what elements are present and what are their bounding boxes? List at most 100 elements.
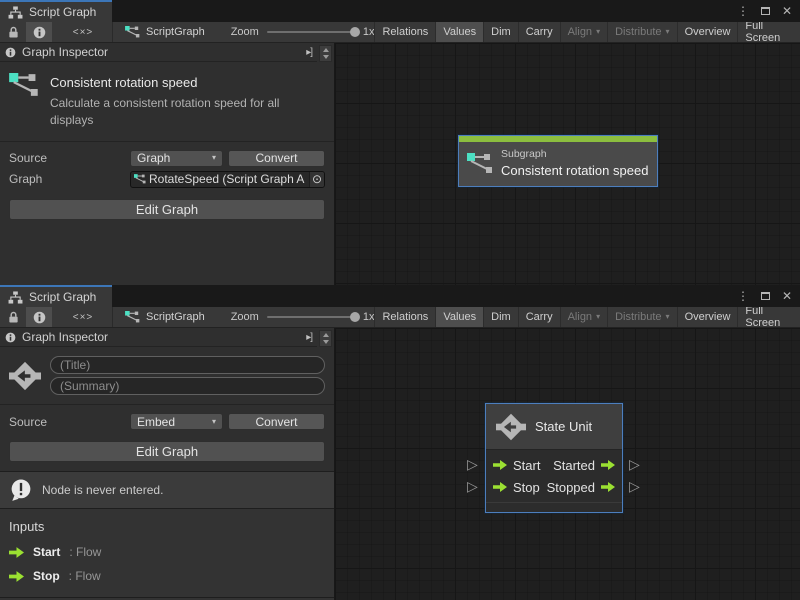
node-title: Consistent rotation speed xyxy=(501,163,648,178)
inspector-scroll-arrows[interactable] xyxy=(319,45,332,62)
zoom-slider[interactable] xyxy=(267,31,355,33)
popout-icon[interactable]: ▸] xyxy=(306,47,312,58)
node-title: State Unit xyxy=(535,419,592,434)
graph-canvas[interactable]: Subgraph Consistent rotation speed xyxy=(335,43,800,285)
graph-inspector-panel: Graph Inspector ▸] xyxy=(0,328,335,600)
graph-row: Graph RotateSpeed (Script Graph A ⊙ xyxy=(0,169,334,190)
dim-button[interactable]: Dim xyxy=(483,307,518,327)
inspector-toggle-button[interactable] xyxy=(26,307,52,327)
lock-button[interactable] xyxy=(0,22,26,42)
relations-button[interactable]: Relations xyxy=(374,307,435,327)
overview-button[interactable]: Overview xyxy=(677,307,738,327)
graph-description: Calculate a consistent rotation speed fo… xyxy=(50,95,312,129)
zoom-slider-handle[interactable] xyxy=(350,27,360,37)
input-port[interactable]: Stop xyxy=(493,480,540,495)
inspector-scroll-arrows[interactable] xyxy=(319,330,332,347)
node-port-row: Stop Stopped xyxy=(493,476,615,498)
scroll-down-icon[interactable] xyxy=(323,340,329,344)
tab-script-graph[interactable]: Script Graph xyxy=(0,0,112,22)
zoom-control: Zoom 1x xyxy=(231,311,375,323)
maximize-icon[interactable] xyxy=(761,7,770,15)
zoom-slider-handle[interactable] xyxy=(350,312,360,322)
tab-title: Script Graph xyxy=(29,5,96,19)
graph-canvas[interactable]: State Unit Start Started xyxy=(335,328,800,600)
popout-icon[interactable]: ▸] xyxy=(306,332,312,343)
node-kind-label: Subgraph xyxy=(501,148,648,160)
graph-object-field[interactable]: RotateSpeed (Script Graph A ⊙ xyxy=(130,171,325,188)
port-type: : Flow xyxy=(69,545,101,559)
node-port-row: Start Started xyxy=(493,454,615,476)
align-button: Align▾ xyxy=(560,22,607,42)
tab-bar: Script Graph ⋮ ✕ xyxy=(0,285,800,307)
inspector-toggle-button[interactable] xyxy=(26,22,52,42)
scroll-down-icon[interactable] xyxy=(323,55,329,59)
chevron-down-icon: ▾ xyxy=(212,154,216,162)
output-port[interactable]: Stopped xyxy=(547,480,615,495)
lock-button[interactable] xyxy=(0,307,26,327)
chevron-down-icon: ▾ xyxy=(666,313,670,321)
script-graph-window-bottom: Script Graph ⋮ ✕ <×> xyxy=(0,285,800,600)
output-port[interactable]: Started xyxy=(553,458,615,473)
code-icon: <×> xyxy=(73,312,94,323)
warning-bubble-icon xyxy=(9,478,33,502)
zoom-slider[interactable] xyxy=(267,316,355,318)
toolbar-left: <×> ScriptGraph Zoom 1x xyxy=(0,307,374,327)
inspector-title: Graph Inspector xyxy=(22,330,108,344)
code-view-button[interactable]: <×> xyxy=(70,22,96,42)
source-label: Source xyxy=(9,415,130,429)
state-unit-node[interactable]: State Unit Start Started xyxy=(485,403,623,513)
external-port-triangle[interactable]: ▷ xyxy=(629,479,640,494)
title-field[interactable] xyxy=(50,356,325,374)
relations-button[interactable]: Relations xyxy=(374,22,435,42)
script-graph-icon xyxy=(125,26,140,38)
script-graph-tab-icon xyxy=(8,291,23,304)
menu-icon[interactable]: ⋮ xyxy=(737,5,749,17)
graph-breadcrumb[interactable]: ScriptGraph xyxy=(125,311,205,323)
zoom-label: Zoom xyxy=(231,311,259,323)
values-button[interactable]: Values xyxy=(435,22,483,42)
external-port-triangle[interactable]: ▷ xyxy=(467,479,478,494)
input-port[interactable]: Start xyxy=(493,458,540,473)
fullscreen-button[interactable]: Full Screen xyxy=(737,22,800,42)
warning-text: Node is never entered. xyxy=(42,483,163,497)
tab-script-graph[interactable]: Script Graph xyxy=(0,285,112,307)
overview-button[interactable]: Overview xyxy=(677,22,738,42)
align-button: Align▾ xyxy=(560,307,607,327)
inspector-title: Graph Inspector xyxy=(22,45,108,59)
graph-toolbar: <×> ScriptGraph Zoom 1x Rel xyxy=(0,22,800,43)
external-port-triangle[interactable]: ▷ xyxy=(629,457,640,472)
close-icon[interactable]: ✕ xyxy=(782,290,792,302)
scroll-up-icon[interactable] xyxy=(323,333,329,337)
dim-button[interactable]: Dim xyxy=(483,22,518,42)
summary-field[interactable] xyxy=(50,377,325,395)
scroll-up-icon[interactable] xyxy=(323,48,329,52)
port-type: : Flow xyxy=(69,569,101,583)
maximize-icon[interactable] xyxy=(761,292,770,300)
chevron-down-icon: ▾ xyxy=(596,313,600,321)
info-icon xyxy=(5,47,16,58)
toolbar-separator xyxy=(112,22,113,42)
code-view-button[interactable]: <×> xyxy=(70,307,96,327)
edit-graph-button[interactable]: Edit Graph xyxy=(9,199,325,220)
values-button[interactable]: Values xyxy=(435,307,483,327)
graph-breadcrumb[interactable]: ScriptGraph xyxy=(125,26,205,38)
lock-icon xyxy=(8,26,19,39)
convert-button[interactable]: Convert xyxy=(228,413,325,430)
script-graph-asset-icon xyxy=(134,174,146,184)
source-dropdown[interactable]: Graph ▾ xyxy=(130,150,223,167)
menu-icon[interactable]: ⋮ xyxy=(737,290,749,302)
external-port-triangle[interactable]: ▷ xyxy=(467,457,478,472)
subgraph-node[interactable]: Subgraph Consistent rotation speed xyxy=(458,135,658,187)
object-picker-icon[interactable]: ⊙ xyxy=(309,172,324,187)
carry-button[interactable]: Carry xyxy=(518,307,560,327)
flow-arrow-icon xyxy=(601,482,615,492)
fullscreen-button[interactable]: Full Screen xyxy=(737,307,800,327)
close-icon[interactable]: ✕ xyxy=(782,5,792,17)
source-row: Source Embed ▾ Convert xyxy=(0,411,334,432)
convert-button[interactable]: Convert xyxy=(228,150,325,167)
zoom-value: 1x xyxy=(363,311,375,323)
graph-type-label: ScriptGraph xyxy=(146,311,205,323)
carry-button[interactable]: Carry xyxy=(518,22,560,42)
edit-graph-button[interactable]: Edit Graph xyxy=(9,441,325,462)
source-dropdown[interactable]: Embed ▾ xyxy=(130,413,223,430)
